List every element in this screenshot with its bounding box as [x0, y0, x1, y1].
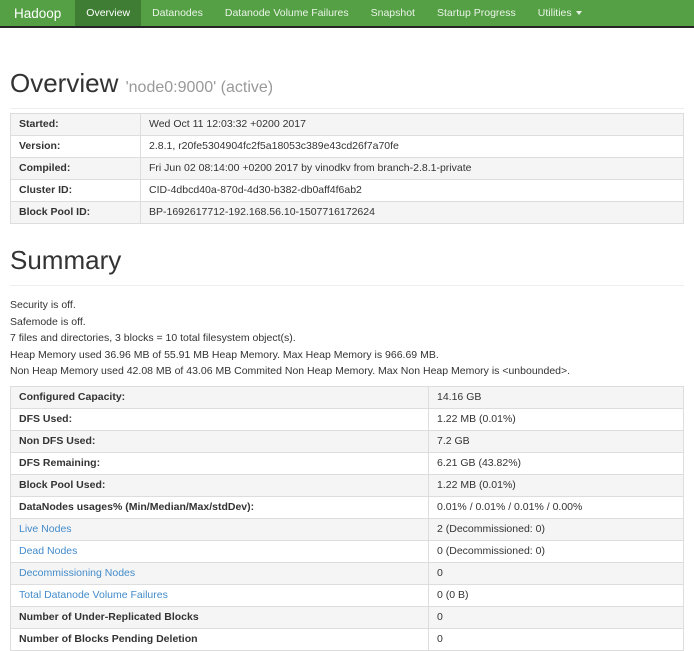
row-value: 1.22 MB (0.01%) — [429, 409, 684, 431]
table-row-dfs-used: DFS Used: 1.22 MB (0.01%) — [11, 409, 684, 431]
row-label: Number of Blocks Pending Deletion — [19, 633, 198, 645]
nav-tab-label: Startup Progress — [437, 7, 516, 19]
nav-tab-label: Utilities — [538, 7, 572, 19]
table-row-block-pool-used: Block Pool Used: 1.22 MB (0.01%) — [11, 475, 684, 497]
nav-tab-label: Overview — [86, 7, 130, 19]
table-row-dfs-remaining: DFS Remaining: 6.21 GB (43.82%) — [11, 453, 684, 475]
table-row-non-dfs-used: Non DFS Used: 7.2 GB — [11, 431, 684, 453]
row-label: Version: — [19, 140, 60, 152]
row-value: 6.21 GB (43.82%) — [429, 453, 684, 475]
summary-heading: Summary — [10, 245, 684, 286]
row-label: Compiled: — [19, 162, 70, 174]
row-label: DFS Remaining: — [19, 457, 100, 469]
row-value: 2 (Decommissioned: 0) — [429, 519, 684, 541]
table-row-compiled: Compiled: Fri Jun 02 08:14:00 +0200 2017… — [11, 158, 684, 180]
row-label: DataNodes usages% (Min/Median/Max/stdDev… — [19, 501, 254, 513]
nav-tab-startup-progress[interactable]: Startup Progress — [426, 0, 527, 26]
row-label: Configured Capacity: — [19, 391, 125, 403]
row-value: 14.16 GB — [429, 387, 684, 409]
table-row-datanodes-usages-min-median-max-stddev: DataNodes usages% (Min/Median/Max/stdDev… — [11, 497, 684, 519]
nav-tab-label: Datanodes — [152, 7, 203, 19]
namenode-address-state: 'node0:9000' (active) — [126, 79, 274, 96]
summary-table: Configured Capacity: 14.16 GB DFS Used: … — [10, 386, 684, 651]
row-label: Number of Under-Replicated Blocks — [19, 611, 199, 623]
row-value: BP-1692617712-192.168.56.10-150771617262… — [141, 202, 684, 224]
table-row-total-datanode-volume-failures: Total Datanode Volume Failures 0 (0 B) — [11, 585, 684, 607]
row-value: 7.2 GB — [429, 431, 684, 453]
nav-tab-datanodes[interactable]: Datanodes — [141, 0, 214, 26]
summary-line: Safemode is off. — [10, 317, 684, 328]
nav-tab-label: Snapshot — [371, 7, 415, 19]
row-value: 0 (Decommissioned: 0) — [429, 541, 684, 563]
table-row-live-nodes: Live Nodes 2 (Decommissioned: 0) — [11, 519, 684, 541]
summary-link-dead-nodes[interactable]: Dead Nodes — [19, 545, 77, 557]
row-value: Wed Oct 11 12:03:32 +0200 2017 — [141, 114, 684, 136]
row-label: Started: — [19, 118, 59, 130]
table-row-started: Started: Wed Oct 11 12:03:32 +0200 2017 — [11, 114, 684, 136]
nav-tab-datanode-volume-failures[interactable]: Datanode Volume Failures — [214, 0, 360, 26]
row-label: Block Pool ID: — [19, 206, 90, 218]
overview-heading: Overview 'node0:9000' (active) — [10, 68, 684, 109]
overview-table: Started: Wed Oct 11 12:03:32 +0200 2017 … — [10, 113, 684, 224]
nav-tab-overview[interactable]: Overview — [75, 0, 141, 26]
page-content: Overview 'node0:9000' (active) Started: … — [0, 68, 694, 651]
row-value: 0 (0 B) — [429, 585, 684, 607]
navbar-tabs: Overview Datanodes Datanode Volume Failu… — [75, 0, 592, 26]
table-row-number-of-blocks-pending-deletion: Number of Blocks Pending Deletion 0 — [11, 629, 684, 651]
summary-link-live-nodes[interactable]: Live Nodes — [19, 523, 72, 535]
row-value: 0.01% / 0.01% / 0.01% / 0.00% — [429, 497, 684, 519]
table-row-number-of-under-replicated-blocks: Number of Under-Replicated Blocks 0 — [11, 607, 684, 629]
summary-link-total-datanode-volume-failures[interactable]: Total Datanode Volume Failures — [19, 589, 168, 601]
brand-hadoop[interactable]: Hadoop — [0, 0, 75, 26]
summary-line: Non Heap Memory used 42.08 MB of 43.06 M… — [10, 366, 684, 377]
table-row-block-pool-id: Block Pool ID: BP-1692617712-192.168.56.… — [11, 202, 684, 224]
summary-line: 7 files and directories, 3 blocks = 10 t… — [10, 333, 684, 344]
summary-line: Security is off. — [10, 300, 684, 311]
row-value: 0 — [429, 629, 684, 651]
table-row-decommissioning-nodes: Decommissioning Nodes 0 — [11, 563, 684, 585]
row-label: Block Pool Used: — [19, 479, 105, 491]
row-label: DFS Used: — [19, 413, 72, 425]
table-row-cluster-id: Cluster ID: CID-4dbcd40a-870d-4d30-b382-… — [11, 180, 684, 202]
row-label: Non DFS Used: — [19, 435, 95, 447]
summary-paragraphs: Security is off. Safemode is off. 7 file… — [10, 300, 684, 377]
chevron-down-icon — [576, 11, 582, 15]
row-label: Cluster ID: — [19, 184, 72, 196]
row-value: 0 — [429, 563, 684, 585]
summary-title: Summary — [10, 245, 121, 275]
summary-link-decommissioning-nodes[interactable]: Decommissioning Nodes — [19, 567, 135, 579]
row-value: CID-4dbcd40a-870d-4d30-b382-db0aff4f6ab2 — [141, 180, 684, 202]
row-value: 0 — [429, 607, 684, 629]
top-navbar: Hadoop Overview Datanodes Datanode Volum… — [0, 0, 694, 28]
table-row-version: Version: 2.8.1, r20fe5304904fc2f5a18053c… — [11, 136, 684, 158]
nav-tab-label: Datanode Volume Failures — [225, 7, 349, 19]
page-title: Overview — [10, 68, 118, 98]
row-value: Fri Jun 02 08:14:00 +0200 2017 by vinodk… — [141, 158, 684, 180]
table-row-dead-nodes: Dead Nodes 0 (Decommissioned: 0) — [11, 541, 684, 563]
summary-line: Heap Memory used 36.96 MB of 55.91 MB He… — [10, 350, 684, 361]
nav-tab-utilities[interactable]: Utilities — [527, 0, 593, 26]
row-value: 2.8.1, r20fe5304904fc2f5a18053c389e43cd2… — [141, 136, 684, 158]
table-row-configured-capacity: Configured Capacity: 14.16 GB — [11, 387, 684, 409]
row-value: 1.22 MB (0.01%) — [429, 475, 684, 497]
nav-tab-snapshot[interactable]: Snapshot — [360, 0, 426, 26]
